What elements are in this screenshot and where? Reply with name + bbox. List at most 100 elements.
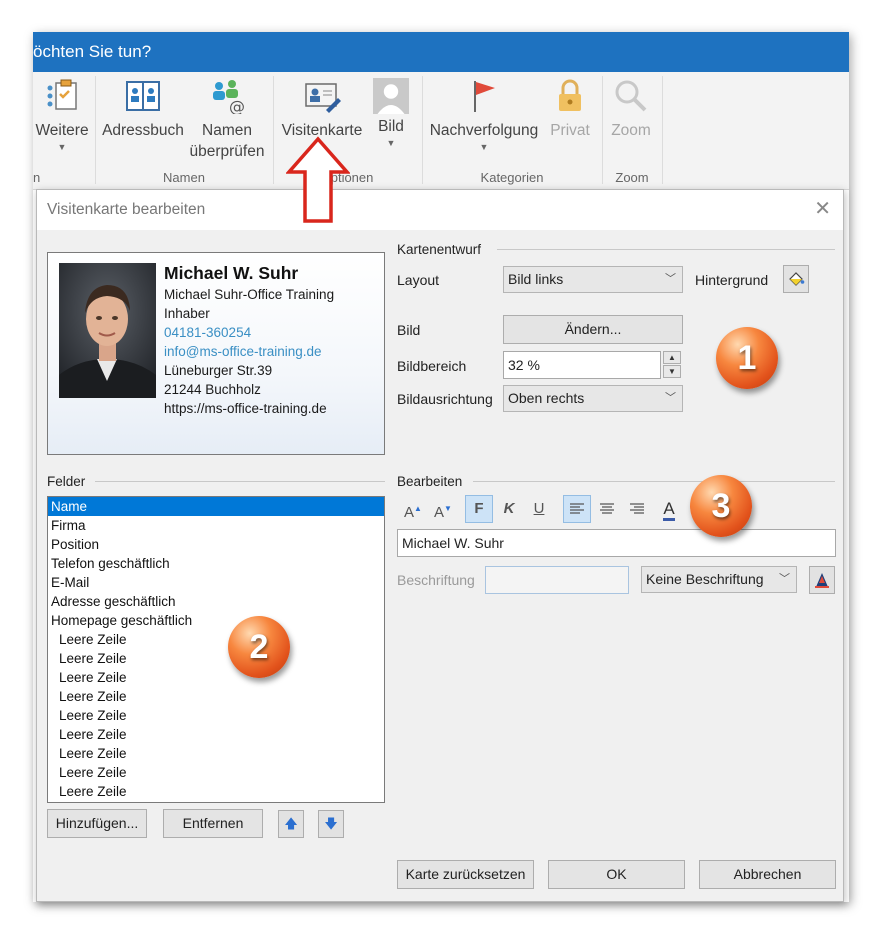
- background-color-button[interactable]: [783, 265, 809, 293]
- magnifier-icon: [615, 80, 647, 112]
- field-list-item[interactable]: Leere Zeile: [48, 725, 384, 744]
- ok-button[interactable]: OK: [548, 860, 685, 889]
- italic-button[interactable]: K: [495, 495, 523, 523]
- spin-down-icon[interactable]: ▼: [663, 365, 681, 378]
- label-font-button[interactable]: [809, 566, 835, 594]
- field-list-item[interactable]: Leere Zeile: [48, 782, 384, 801]
- chevron-down-icon: ▼: [386, 138, 396, 148]
- field-list-item[interactable]: Leere Zeile: [48, 630, 384, 649]
- address-book-icon: [126, 81, 160, 111]
- lock-icon: [559, 79, 581, 111]
- tell-me-text: öchten Sie tun?: [33, 42, 152, 61]
- layout-dropdown[interactable]: Bild links ﹀: [503, 266, 683, 293]
- beschriftung-input[interactable]: [485, 566, 629, 594]
- chevron-down-icon: ﹀: [779, 573, 790, 585]
- tell-me-bar[interactable]: öchten Sie tun?: [33, 32, 849, 72]
- bold-button[interactable]: F: [465, 495, 493, 523]
- font-color-button[interactable]: A: [655, 495, 683, 523]
- card-city: 21244 Buchholz: [164, 382, 261, 397]
- bearbeiten-section-label: Bearbeiten: [397, 474, 463, 489]
- field-list-item[interactable]: Adresse geschäftlich: [48, 592, 384, 611]
- field-list-item[interactable]: Position: [48, 535, 384, 554]
- align-left-button[interactable]: [563, 495, 591, 523]
- fields-listbox[interactable]: Name Firma Position Telefon geschäftlich E-M…: [47, 496, 385, 803]
- move-up-button[interactable]: 🡅: [278, 810, 304, 838]
- field-list-item[interactable]: Leere Zeile: [48, 649, 384, 668]
- ribbon: n Weitere ▼ Adressbuch @ Namen überprüfe…: [33, 72, 849, 190]
- field-list-item[interactable]: Firma: [48, 516, 384, 535]
- picture-placeholder-icon: [373, 78, 409, 114]
- grow-font-button[interactable]: A▲: [399, 495, 427, 523]
- callout-3: 3: [690, 475, 752, 537]
- bildausrichtung-dropdown[interactable]: Oben rechts ﹀: [503, 385, 683, 412]
- shrink-font-button[interactable]: A▼: [429, 495, 457, 523]
- bildbereich-label: Bildbereich: [397, 358, 467, 374]
- field-list-item[interactable]: Leere Zeile: [48, 744, 384, 763]
- privat-button[interactable]: Privat: [543, 78, 597, 141]
- beschriftung-dropdown[interactable]: Keine Beschriftung ﹀: [641, 566, 797, 593]
- section-divider: [95, 481, 385, 482]
- namen-ueberpruefen-button[interactable]: @ Namen überprüfen: [185, 78, 269, 162]
- align-right-button[interactable]: [623, 495, 651, 523]
- field-list-item[interactable]: Homepage geschäftlich: [48, 611, 384, 630]
- group-label-fragment: n: [33, 170, 41, 185]
- svg-text:@: @: [229, 97, 245, 114]
- callout-2: 2: [228, 616, 290, 678]
- card-web: https://ms-office-training.de: [164, 401, 327, 416]
- bildbereich-spinner[interactable]: ▲ ▼: [663, 351, 683, 379]
- field-list-item[interactable]: Telefon geschäftlich: [48, 554, 384, 573]
- field-text-input[interactable]: Michael W. Suhr: [397, 529, 836, 557]
- bildausrichtung-value: Oben rechts: [508, 390, 585, 406]
- hinzufuegen-button[interactable]: Hinzufügen...: [47, 809, 147, 838]
- group-separator: [662, 76, 663, 184]
- entfernen-button[interactable]: Entfernen: [163, 809, 263, 838]
- visitenkarte-bearbeiten-dialog: Visitenkarte bearbeiten ✕ Michael W. Suh…: [36, 189, 844, 902]
- spin-up-icon[interactable]: ▲: [663, 351, 681, 364]
- namen-label-line1: Namen: [202, 122, 252, 139]
- zoom-button[interactable]: Zoom: [606, 78, 656, 141]
- underline-button[interactable]: U: [525, 495, 553, 523]
- group-separator: [95, 76, 96, 184]
- callout-1: 1: [716, 327, 778, 389]
- layout-value: Bild links: [508, 271, 564, 287]
- kartenentwurf-section-label: Kartenentwurf: [397, 242, 482, 257]
- weitere-button[interactable]: Weitere ▼: [33, 78, 91, 153]
- section-divider: [497, 249, 835, 250]
- hintergrund-label: Hintergrund: [695, 272, 769, 288]
- field-list-item[interactable]: Name: [48, 497, 384, 516]
- field-list-item[interactable]: Leere Zeile: [48, 687, 384, 706]
- dialog-titlebar[interactable]: Visitenkarte bearbeiten ✕: [37, 190, 843, 230]
- font-style-icon: [815, 573, 829, 588]
- zoom-label: Zoom: [611, 122, 651, 139]
- field-list-item[interactable]: E-Mail: [48, 573, 384, 592]
- align-center-button[interactable]: [593, 495, 621, 523]
- card-street: Lüneburger Str.39: [164, 363, 273, 378]
- paint-bucket-icon: [789, 272, 805, 286]
- chevron-down-icon: ﹀: [665, 273, 676, 285]
- karte-zuruecksetzen-button[interactable]: Karte zurücksetzen: [397, 860, 534, 889]
- visitenkarte-button[interactable]: Visitenkarte: [277, 78, 367, 141]
- bildbereich-input[interactable]: 32 %: [503, 351, 661, 379]
- group-separator: [422, 76, 423, 184]
- card-company: Michael Suhr-Office Training: [164, 287, 335, 302]
- field-list-item[interactable]: Leere Zeile: [48, 763, 384, 782]
- nachverfolgung-button[interactable]: Nachverfolgung ▼: [426, 78, 542, 153]
- arrow-down-icon: 🡇: [324, 816, 338, 831]
- aendern-button[interactable]: Ändern...: [503, 315, 683, 344]
- chevron-down-icon: ﹀: [665, 392, 676, 404]
- group-separator: [602, 76, 603, 184]
- check-names-icon: @: [213, 80, 245, 114]
- shrink-font-icon: A: [434, 504, 445, 521]
- group-label-kategorien: Kategorien: [480, 170, 544, 185]
- adressbuch-button[interactable]: Adressbuch: [99, 78, 187, 141]
- red-arrow-annotation: [286, 136, 350, 223]
- close-icon[interactable]: ✕: [814, 198, 831, 220]
- chevron-down-icon: ▼: [57, 142, 67, 152]
- abbrechen-button[interactable]: Abbrechen: [699, 860, 836, 889]
- move-down-button[interactable]: 🡇: [318, 810, 344, 838]
- field-list-item[interactable]: Leere Zeile: [48, 668, 384, 687]
- namen-label-line2: überprüfen: [189, 143, 265, 160]
- adressbuch-label: Adressbuch: [102, 122, 184, 139]
- bild-button[interactable]: Bild ▼: [367, 78, 415, 149]
- field-list-item[interactable]: Leere Zeile: [48, 706, 384, 725]
